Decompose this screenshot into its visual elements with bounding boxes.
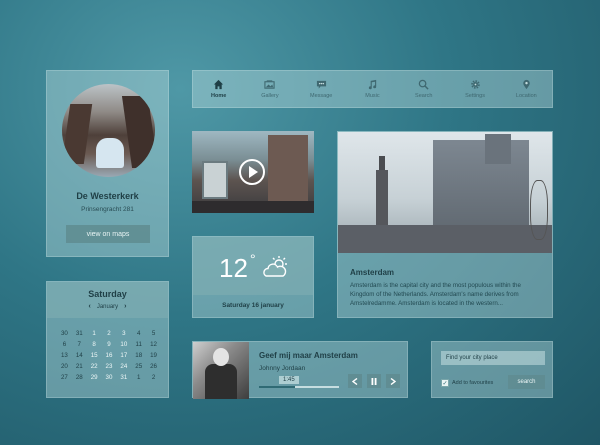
- nav-item-search[interactable]: Search: [398, 71, 449, 107]
- calendar-date[interactable]: 19: [146, 352, 161, 359]
- nav-label-search: Search: [415, 93, 433, 99]
- search-icon: [418, 79, 429, 90]
- nav-label-location: Location: [515, 93, 537, 99]
- location-pin-icon: [523, 79, 530, 90]
- calendar-date[interactable]: 18: [131, 352, 146, 359]
- favourites-checkbox[interactable]: ✓: [441, 379, 449, 387]
- calendar-date[interactable]: 14: [72, 352, 87, 359]
- nav-bar: Home Gallery Message Music Search Settin…: [192, 70, 553, 108]
- calendar-date[interactable]: 23: [102, 363, 117, 370]
- city-card: Amsterdam Amsterdam is the capital city …: [337, 131, 553, 318]
- calendar-widget: Saturday ‹ January › 30 31 1 2 3 4 5 6 7…: [46, 281, 169, 398]
- calendar-date[interactable]: 25: [131, 363, 146, 370]
- nav-item-location[interactable]: Location: [501, 71, 552, 107]
- place-address: Prinsengracht 281: [81, 206, 134, 213]
- calendar-date[interactable]: 26: [146, 363, 161, 370]
- nav-label-gallery: Gallery: [261, 93, 279, 99]
- calendar-date[interactable]: 16: [102, 352, 117, 359]
- music-player: Geef mij maar Amsterdam Johnny Jordaan 1…: [192, 341, 408, 399]
- profile-card: De Westerkerk Prinsengracht 281 view on …: [46, 70, 169, 257]
- calendar-date[interactable]: 11: [131, 341, 146, 348]
- message-icon: [316, 80, 326, 89]
- westerkerk-photo: [62, 84, 155, 177]
- temperature-value: 12: [219, 253, 248, 283]
- nav-item-message[interactable]: Message: [296, 71, 347, 107]
- calendar-date[interactable]: 22: [87, 363, 102, 370]
- calendar-date[interactable]: 20: [57, 363, 72, 370]
- weather-widget: 12 ° Saturday 16 january: [192, 236, 314, 318]
- nav-label-home: Home: [211, 93, 227, 99]
- weather-date: Saturday 16 january: [222, 302, 284, 309]
- progress-bar[interactable]: [259, 386, 339, 388]
- calendar-date[interactable]: 2: [102, 330, 117, 337]
- city-search-widget: Find your city place ✓ Add to favourites…: [431, 341, 553, 398]
- album-cover: [193, 342, 249, 399]
- calendar-date[interactable]: 30: [57, 330, 72, 337]
- search-button[interactable]: search: [508, 375, 545, 389]
- time-label: 1:45: [279, 376, 299, 384]
- nav-label-settings: Settings: [465, 93, 485, 99]
- calendar-date[interactable]: 21: [72, 363, 87, 370]
- calendar-date[interactable]: 17: [116, 352, 131, 359]
- calendar-date[interactable]: 15: [87, 352, 102, 359]
- next-button[interactable]: [386, 374, 400, 388]
- calendar-date[interactable]: 31: [116, 374, 131, 381]
- calendar-day: Saturday: [88, 289, 127, 299]
- calendar-date[interactable]: 6: [57, 341, 72, 348]
- city-search-input[interactable]: Find your city place: [441, 351, 545, 365]
- calendar-date[interactable]: 13: [57, 352, 72, 359]
- calendar-date[interactable]: 1: [87, 330, 102, 337]
- chevron-left-icon[interactable]: ‹: [88, 303, 90, 310]
- calendar-date[interactable]: 28: [72, 374, 87, 381]
- gallery-icon: [264, 80, 276, 89]
- prev-icon: [352, 377, 358, 385]
- song-title: Geef mij maar Amsterdam: [259, 351, 358, 360]
- view-on-maps-button[interactable]: view on maps: [66, 225, 150, 243]
- chevron-right-icon[interactable]: ›: [124, 303, 126, 310]
- calendar-date[interactable]: 30: [102, 374, 117, 381]
- pause-icon: [371, 377, 377, 385]
- gear-icon: [470, 80, 480, 89]
- calendar-date[interactable]: 10: [116, 341, 131, 348]
- nav-item-home[interactable]: Home: [193, 71, 244, 107]
- prev-button[interactable]: [348, 374, 362, 388]
- calendar-date[interactable]: 12: [146, 341, 161, 348]
- calendar-grid: 30 31 1 2 3 4 5 6 7 8 9 10 11 12 13 14 1…: [57, 330, 161, 381]
- calendar-date[interactable]: 31: [72, 330, 87, 337]
- play-icon[interactable]: [239, 159, 265, 185]
- calendar-date[interactable]: 1: [131, 374, 146, 381]
- next-icon: [390, 377, 396, 385]
- home-icon: [214, 79, 224, 90]
- favourites-label: Add to favourites: [452, 380, 494, 386]
- calendar-date[interactable]: 9: [102, 341, 117, 348]
- nav-label-message: Message: [310, 93, 333, 99]
- nav-item-gallery[interactable]: Gallery: [244, 71, 295, 107]
- city-description: Amsterdam is the capital city and the mo…: [350, 282, 521, 307]
- nav-item-settings[interactable]: Settings: [449, 71, 500, 107]
- cloud-sun-icon: [263, 256, 287, 277]
- calendar-date[interactable]: 29: [87, 374, 102, 381]
- calendar-date[interactable]: 2: [146, 374, 161, 381]
- calendar-date[interactable]: 7: [72, 341, 87, 348]
- calendar-date[interactable]: 24: [116, 363, 131, 370]
- calendar-month: January: [96, 303, 119, 310]
- video-thumbnail[interactable]: [192, 131, 314, 213]
- calendar-date[interactable]: 5: [146, 330, 161, 337]
- pause-button[interactable]: [367, 374, 381, 388]
- place-name: De Westerkerk: [76, 191, 139, 201]
- calendar-date[interactable]: 27: [57, 374, 72, 381]
- music-icon: [368, 79, 377, 90]
- song-artist: Johnny Jordaan: [259, 365, 306, 372]
- calendar-date[interactable]: 4: [131, 330, 146, 337]
- degree-symbol: °: [250, 251, 256, 267]
- city-title: Amsterdam: [350, 268, 395, 277]
- calendar-date[interactable]: 8: [87, 341, 102, 348]
- nav-item-music[interactable]: Music: [347, 71, 398, 107]
- nav-label-music: Music: [365, 93, 380, 99]
- calendar-date[interactable]: 3: [116, 330, 131, 337]
- amsterdam-photo: [338, 132, 552, 253]
